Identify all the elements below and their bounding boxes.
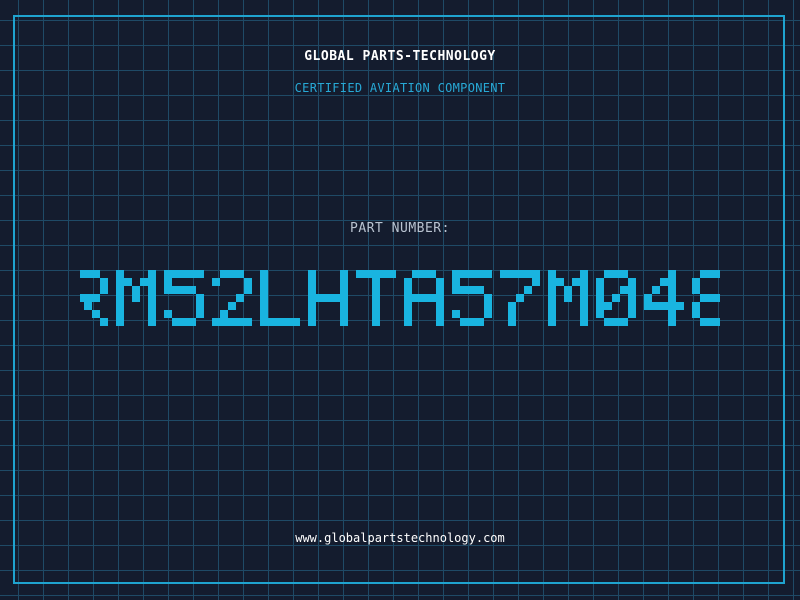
part-label-card: GLOBAL PARTS-TECHNOLOGY CERTIFIED AVIATI… xyxy=(0,0,800,600)
part-number-char xyxy=(80,270,108,326)
part-number-char xyxy=(116,270,156,326)
part-number-char xyxy=(692,270,720,326)
part-number-char xyxy=(500,270,540,326)
part-number-char xyxy=(308,270,348,326)
part-number-label: PART NUMBER: xyxy=(350,221,450,236)
part-number-char xyxy=(644,270,684,326)
part-number-char xyxy=(164,270,204,326)
brand-name: GLOBAL PARTS-TECHNOLOGY xyxy=(304,49,496,64)
part-number-char xyxy=(212,270,252,326)
part-number-char xyxy=(596,270,636,326)
part-number-char xyxy=(404,270,444,326)
part-number-char xyxy=(548,270,588,326)
part-number-char xyxy=(260,270,300,326)
part-number xyxy=(0,258,800,338)
part-number-pixel-text xyxy=(80,270,720,326)
part-number-char xyxy=(452,270,492,326)
brand-tagline: CERTIFIED AVIATION COMPONENT xyxy=(294,81,506,95)
website-url: www.globalpartstechnology.com xyxy=(295,531,505,545)
part-number-char xyxy=(356,270,396,326)
